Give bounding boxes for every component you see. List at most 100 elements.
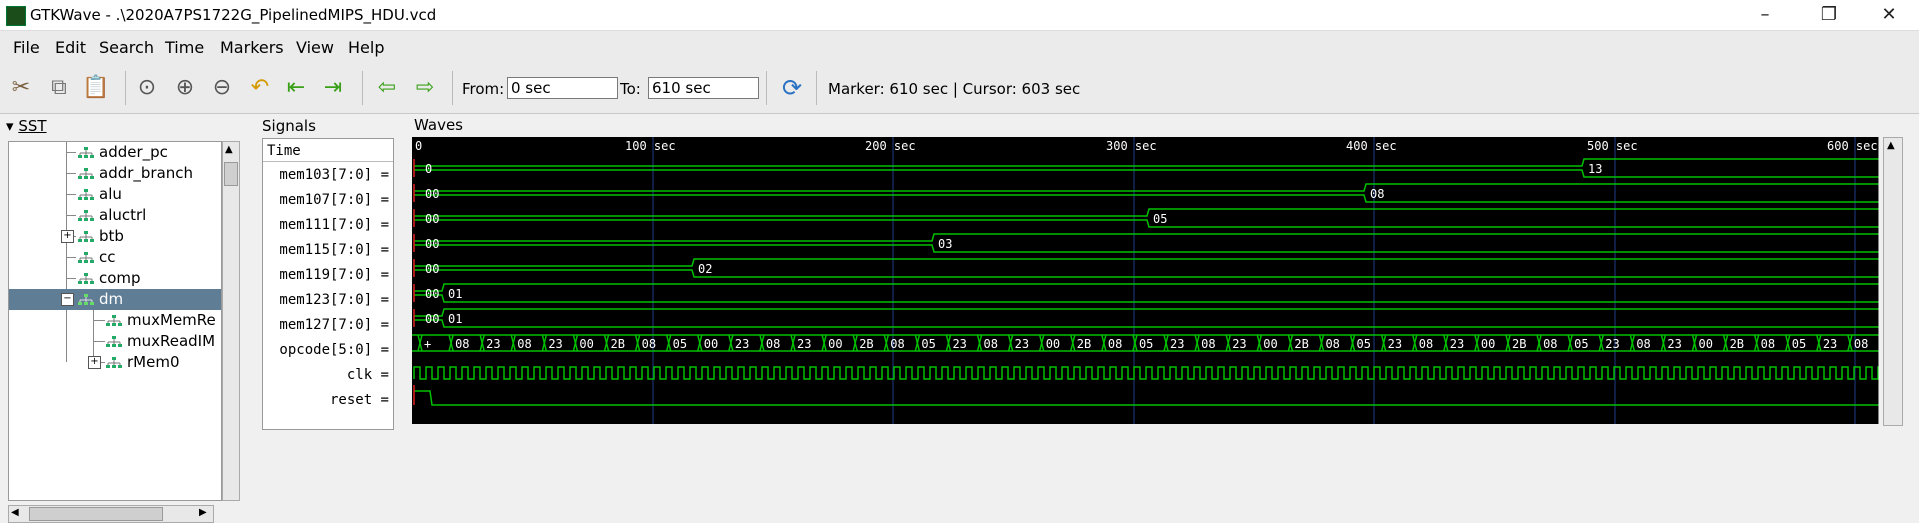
signal-name[interactable]: mem127[7:0] = xyxy=(279,317,389,342)
sst-horizontal-scrollbar[interactable]: ◀ ▶ xyxy=(8,505,214,523)
signal-name[interactable]: opcode[5:0] = xyxy=(279,342,389,367)
from-time-input[interactable] xyxy=(507,77,618,99)
paste-icon[interactable]: 📋 xyxy=(82,75,109,101)
module-icon xyxy=(78,273,94,284)
scrollbar-thumb[interactable] xyxy=(224,162,238,186)
menu-help[interactable]: Help xyxy=(348,38,384,57)
signal-name[interactable]: mem103[7:0] = xyxy=(279,167,389,192)
signals-list[interactable]: Time mem103[7:0] = mem107[7:0] = mem111[… xyxy=(262,138,394,430)
menu-edit[interactable]: Edit xyxy=(55,38,86,57)
zoom-in-icon[interactable]: ⊕ xyxy=(172,75,198,101)
opcode-value: 00 xyxy=(1046,337,1060,351)
scroll-right-icon[interactable]: ▶ xyxy=(199,507,207,518)
signal-name[interactable]: reset = xyxy=(330,392,389,417)
opcode-value: 2B xyxy=(1077,337,1091,351)
mem103-value: 0 xyxy=(425,162,432,176)
waves-vertical-scrollbar[interactable]: ▲ xyxy=(1883,137,1903,426)
maximize-button[interactable]: ❐ xyxy=(1806,0,1852,30)
tick-label: 300 sec xyxy=(1106,139,1157,153)
sst-vertical-scrollbar[interactable]: ▲ xyxy=(222,141,240,501)
signal-name[interactable]: mem115[7:0] = xyxy=(279,242,389,267)
expand-icon[interactable]: + xyxy=(88,356,101,369)
scroll-up-icon[interactable]: ▲ xyxy=(1887,140,1895,151)
find-previous-edge-icon[interactable]: ⇦ xyxy=(374,75,400,101)
toolbar-separator xyxy=(452,71,453,105)
opcode-value: 23 xyxy=(797,337,811,351)
sst-item[interactable]: cc xyxy=(9,247,221,268)
zoom-to-end-icon[interactable]: ⇥ xyxy=(320,75,346,101)
signal-name[interactable]: mem107[7:0] = xyxy=(279,192,389,217)
sst-item[interactable]: adder_pc xyxy=(9,142,221,163)
opcode-value: 23 xyxy=(1605,337,1619,351)
sst-item[interactable]: + btb xyxy=(9,226,221,247)
menu-search[interactable]: Search xyxy=(99,38,154,57)
sst-header[interactable]: ▾ SST xyxy=(6,117,47,135)
expand-icon[interactable]: + xyxy=(61,230,74,243)
zoom-fit-icon[interactable]: ⊙ xyxy=(134,75,160,101)
waves-panel[interactable]: 0 100 sec 200 sec 300 sec 400 sec 500 se… xyxy=(412,137,1880,424)
opcode-value: 00 xyxy=(1263,337,1277,351)
sst-item[interactable]: comp xyxy=(9,268,221,289)
to-label: To: xyxy=(620,80,641,98)
opcode-value: 08 xyxy=(1419,337,1433,351)
menu-time[interactable]: Time xyxy=(165,38,204,57)
menu-view[interactable]: View xyxy=(296,38,334,57)
mem119-wave xyxy=(414,258,1879,267)
sst-item[interactable]: alu xyxy=(9,184,221,205)
module-icon xyxy=(78,168,94,179)
opcode-value: 23 xyxy=(1823,337,1837,351)
opcode-value: 00 xyxy=(1698,337,1712,351)
sst-panel: ▾ SST adder_pc addr_branch alu aluctrl +… xyxy=(0,113,255,523)
scrollbar-thumb[interactable] xyxy=(29,507,163,521)
signals-panel: Signals Time mem103[7:0] = mem107[7:0] =… xyxy=(258,113,396,430)
zoom-to-start-icon[interactable]: ⇤ xyxy=(283,75,309,101)
sst-tree[interactable]: adder_pc addr_branch alu aluctrl + btb c… xyxy=(8,141,222,501)
signals-title: Signals xyxy=(262,117,316,135)
mem103-value: 13 xyxy=(1588,162,1602,176)
opcode-value: 00 xyxy=(828,337,842,351)
sst-item[interactable]: aluctrl xyxy=(9,205,221,226)
menu-markers[interactable]: Markers xyxy=(220,38,284,57)
scroll-left-icon[interactable]: ◀ xyxy=(11,507,19,518)
opcode-value: 08 xyxy=(766,337,780,351)
signal-name[interactable]: mem123[7:0] = xyxy=(279,292,389,317)
sst-item[interactable]: muxReadIM xyxy=(9,331,221,352)
sst-item[interactable]: muxMemRe xyxy=(9,310,221,331)
mem103-wave xyxy=(414,169,1879,178)
find-next-edge-icon[interactable]: ⇨ xyxy=(412,75,438,101)
mem115-value: 03 xyxy=(938,237,952,251)
zoom-out-icon[interactable]: ⊖ xyxy=(209,75,235,101)
opcode-value: 2B xyxy=(1512,337,1526,351)
close-button[interactable]: ✕ xyxy=(1866,0,1912,30)
module-icon xyxy=(106,357,122,368)
collapse-icon[interactable]: − xyxy=(61,293,74,306)
sst-item-label: addr_branch xyxy=(99,164,194,182)
copy-icon[interactable]: ⧉ xyxy=(46,75,72,101)
opcode-value: 08 xyxy=(1543,337,1557,351)
waveform-canvas[interactable]: 0 100 sec 200 sec 300 sec 400 sec 500 se… xyxy=(412,137,1880,424)
mem107-value: 00 xyxy=(425,187,439,201)
undo-zoom-icon[interactable]: ↶ xyxy=(247,75,273,101)
mem107-wave xyxy=(414,194,1879,203)
minimize-button[interactable]: – xyxy=(1742,0,1788,30)
signal-name[interactable]: mem119[7:0] = xyxy=(279,267,389,292)
signal-name[interactable]: mem111[7:0] = xyxy=(279,217,389,242)
sst-item[interactable]: + rMem0 xyxy=(9,352,221,373)
mem119-wave xyxy=(414,269,1879,278)
cut-icon[interactable]: ✂ xyxy=(8,75,34,101)
toolbar: ✂ ⧉ 📋 ⊙ ⊕ ⊖ ↶ ⇤ ⇥ ⇦ ⇨ From: To: ⟳ Marker… xyxy=(0,63,1919,114)
menu-bar: File Edit Search Time Markers View Help xyxy=(0,30,1919,64)
signal-name[interactable]: clk = xyxy=(347,367,389,392)
sst-item[interactable]: addr_branch xyxy=(9,163,221,184)
sst-item-selected[interactable]: − dm xyxy=(9,289,221,310)
scroll-up-icon[interactable]: ▲ xyxy=(225,144,233,155)
to-time-input[interactable] xyxy=(648,77,759,99)
collapse-triangle-icon[interactable]: ▾ xyxy=(6,117,14,135)
menu-file[interactable]: File xyxy=(13,38,40,57)
sst-item-label: btb xyxy=(99,227,124,245)
reload-icon[interactable]: ⟳ xyxy=(779,75,805,101)
window-title: GTKWave - .\2020A7PS1722G_PipelinedMIPS_… xyxy=(30,6,437,24)
opcode-value: 23 xyxy=(486,337,500,351)
title-bar: GTKWave - .\2020A7PS1722G_PipelinedMIPS_… xyxy=(0,0,1919,30)
module-icon xyxy=(78,147,94,158)
